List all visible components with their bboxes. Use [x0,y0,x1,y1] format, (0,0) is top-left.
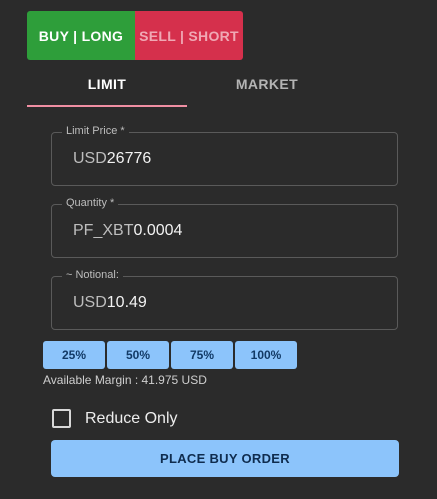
limit-price-field[interactable]: Limit Price * USD26776 [51,125,398,186]
tab-limit[interactable]: LIMIT [27,62,187,106]
buy-long-button[interactable]: BUY | LONG [27,11,135,60]
active-tab-indicator [27,105,187,107]
quantity-field[interactable]: Quantity * PF_XBT0.0004 [51,197,398,258]
limit-price-prefix: USD [73,150,107,167]
quantity-value[interactable]: PF_XBT0.0004 [73,222,182,240]
notional-prefix: USD [73,294,107,311]
percent-75-button[interactable]: 75% [171,341,233,369]
sell-short-button[interactable]: SELL | SHORT [135,11,243,60]
percent-25-button[interactable]: 25% [43,341,105,369]
reduce-only-checkbox[interactable] [52,409,71,428]
percent-50-button[interactable]: 50% [107,341,169,369]
quantity-prefix: PF_XBT [73,222,134,239]
notional-amount: 10.49 [106,294,147,311]
quantity-amount: 0.0004 [133,222,183,239]
limit-price-amount: 26776 [106,150,152,167]
notional-field[interactable]: ~ Notional: USD10.49 [51,269,398,330]
tab-market[interactable]: MARKET [187,62,347,106]
limit-price-value[interactable]: USD26776 [73,150,151,168]
reduce-only-row[interactable]: Reduce Only [52,409,178,428]
percent-100-button[interactable]: 100% [235,341,297,369]
percent-buttons: 25% 50% 75% 100% [43,341,297,369]
notional-value[interactable]: USD10.49 [73,294,147,312]
available-margin: Available Margin : 41.975 USD [43,373,207,387]
quantity-label: Quantity * [62,197,119,209]
place-buy-order-button[interactable]: PLACE BUY ORDER [51,440,399,477]
notional-label: ~ Notional: [62,269,123,281]
limit-price-label: Limit Price * [62,125,129,137]
order-type-tabs: LIMIT MARKET [27,62,347,108]
reduce-only-label[interactable]: Reduce Only [85,410,178,428]
side-toggle: BUY | LONG SELL | SHORT [27,11,243,60]
